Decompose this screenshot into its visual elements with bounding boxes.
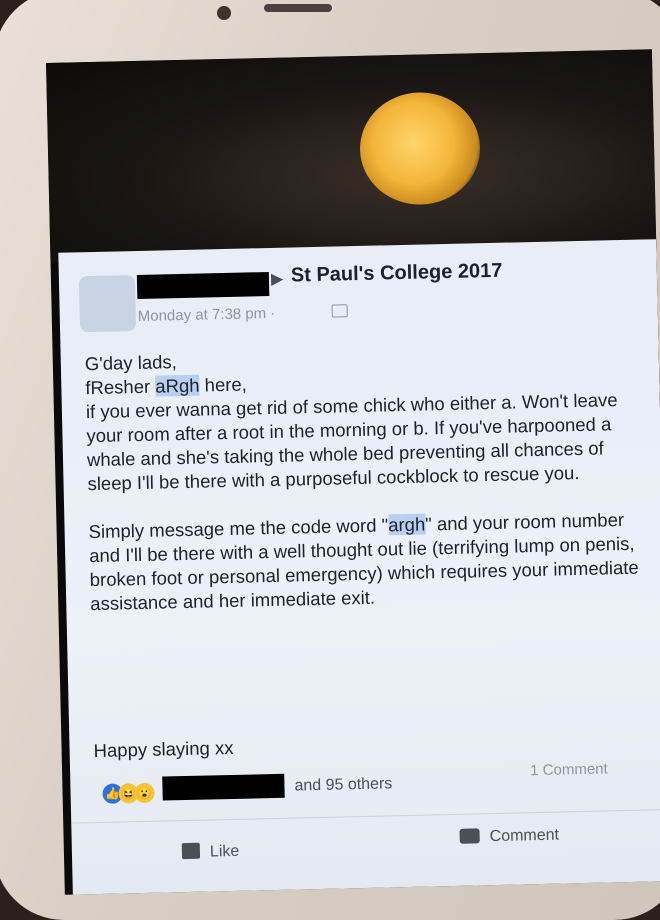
- audience-icon: [331, 304, 348, 318]
- post-actions-bar: Like Comment: [71, 809, 660, 884]
- post-paragraph-1: if you ever wanna get rid of some chick …: [85, 389, 618, 495]
- post-paragraph-2: Simply message me the code word "argh" a…: [88, 507, 650, 616]
- like-button[interactable]: Like: [181, 842, 240, 862]
- redacted-author-name: [136, 271, 270, 299]
- comment-count[interactable]: 1 Comment: [530, 760, 608, 779]
- highlighted-word: aRgh: [155, 374, 200, 397]
- cover-photo: [46, 49, 657, 263]
- light-orb: [358, 91, 482, 206]
- avatar[interactable]: [78, 275, 137, 333]
- reaction-count[interactable]: and 95 others: [294, 775, 392, 795]
- comment-label: Comment: [489, 826, 560, 846]
- wow-reaction-icon: 😮: [134, 782, 155, 804]
- facebook-post: ▶ St Paul's College 2017 Monday at 7:38 …: [58, 239, 660, 895]
- redacted-reactor-name: [162, 773, 285, 801]
- like-label: Like: [209, 842, 240, 861]
- post-text: G'day lads, fResher aRgh here, if you ev…: [85, 339, 651, 616]
- comment-bubble-icon: [459, 828, 480, 844]
- front-camera: [217, 6, 231, 20]
- post-signoff: Happy slaying xx: [93, 736, 234, 762]
- earpiece-speaker: [264, 4, 332, 12]
- thumbs-up-icon: [181, 842, 201, 860]
- para2-text: Simply message me the code word ": [88, 514, 389, 543]
- intro-text-end: here,: [199, 373, 248, 396]
- highlighted-code-word: argh: [387, 513, 426, 536]
- phone-screen: ▶ St Paul's College 2017 Monday at 7:38 …: [46, 49, 660, 895]
- arrow-right-icon: ▶: [270, 270, 284, 288]
- comment-button[interactable]: Comment: [459, 827, 559, 847]
- group-name[interactable]: St Paul's College 2017: [291, 260, 503, 288]
- post-timestamp[interactable]: Monday at 7:38 pm ·: [138, 305, 276, 325]
- intro-text: fResher: [85, 375, 156, 399]
